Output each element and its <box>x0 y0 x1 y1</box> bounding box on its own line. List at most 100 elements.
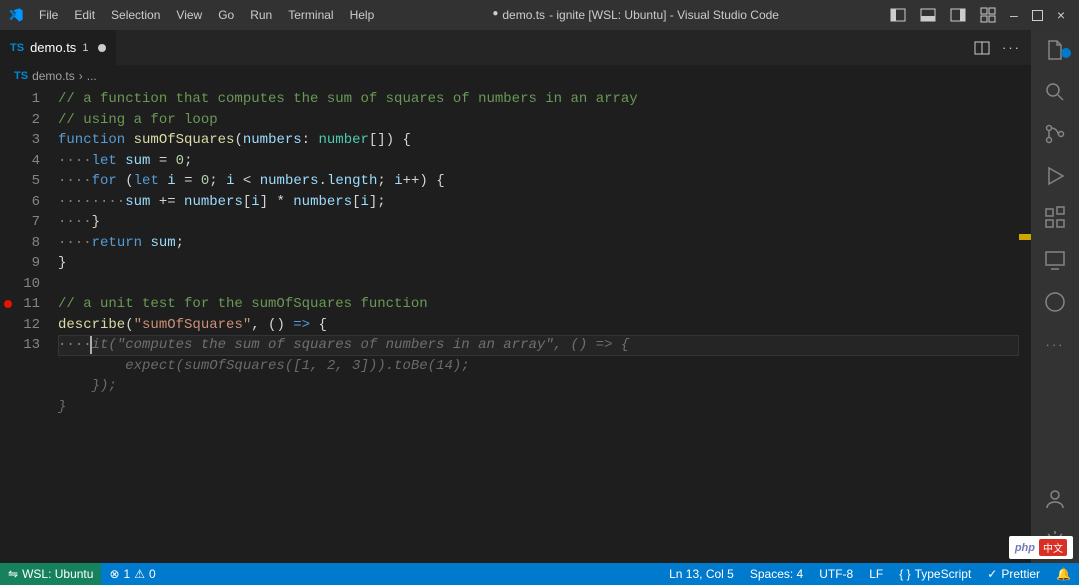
menu-view[interactable]: View <box>169 4 209 26</box>
more-actions-button[interactable]: ··· <box>1002 40 1021 55</box>
breadcrumb-more[interactable]: ... <box>87 69 97 83</box>
accounts-icon[interactable] <box>1043 487 1067 511</box>
code-text: // using a for loop <box>58 112 218 128</box>
minimap-warning-marker <box>1019 234 1031 240</box>
text-cursor <box>90 336 92 354</box>
warning-count: 0 <box>149 567 156 581</box>
php-logo: php <box>1015 542 1035 554</box>
code-text: ···· <box>58 173 92 189</box>
modified-dot-icon: ● <box>492 8 498 22</box>
check-icon: ✓ <box>987 567 997 581</box>
code-text: sum <box>125 194 150 210</box>
code-editor[interactable]: 1 2 3 4 5 6 7 8 9 10 11 12 13 // a funct… <box>0 87 1031 563</box>
line-number: 2 <box>0 110 40 131</box>
menu-edit[interactable]: Edit <box>67 4 102 26</box>
minimap[interactable] <box>1019 89 1031 563</box>
code-text: sum <box>125 153 150 169</box>
menu-terminal[interactable]: Terminal <box>281 4 340 26</box>
tab-mod-count: 1 <box>82 42 88 54</box>
cursor-position[interactable]: Ln 13, Col 5 <box>661 567 742 581</box>
more-icon[interactable]: ··· <box>1043 332 1067 356</box>
title-project: - ignite [WSL: Ubuntu] - Visual Studio C… <box>549 8 779 22</box>
breadcrumb-file[interactable]: demo.ts <box>32 69 75 83</box>
prettier-status[interactable]: ✓ Prettier <box>979 567 1048 581</box>
typescript-icon: TS <box>14 70 28 82</box>
code-text: describe <box>58 317 125 333</box>
error-icon: ⊗ <box>109 567 119 581</box>
eol[interactable]: LF <box>861 567 891 581</box>
code-text: ( <box>234 132 242 148</box>
line-number: 4 <box>0 151 40 172</box>
customize-layout-icon[interactable] <box>980 7 996 23</box>
language-mode[interactable]: { } TypeScript <box>891 567 979 581</box>
indentation[interactable]: Spaces: 4 <box>742 567 811 581</box>
code-text: ] * <box>260 194 294 210</box>
menu-file[interactable]: File <box>32 4 65 26</box>
menu-run[interactable]: Run <box>243 4 279 26</box>
code-content[interactable]: // a function that computes the sum of s… <box>58 89 1031 563</box>
titlebar: File Edit Selection View Go Run Terminal… <box>0 0 1079 30</box>
code-text: let <box>134 173 159 189</box>
code-text: return <box>92 235 142 251</box>
typescript-icon: TS <box>10 42 24 54</box>
toggle-panel-bottom-icon[interactable] <box>920 7 936 23</box>
toggle-panel-left-icon[interactable] <box>890 7 906 23</box>
line-number: 13 <box>0 335 40 356</box>
code-text: ···· <box>58 153 92 169</box>
remote-label: WSL: Ubuntu <box>22 567 93 581</box>
title-layout-controls: – × <box>890 7 1071 23</box>
code-text: = <box>150 153 175 169</box>
code-text: i <box>251 194 259 210</box>
code-text: { <box>310 317 327 333</box>
code-text: []) { <box>369 132 411 148</box>
code-text: ; <box>377 173 394 189</box>
split-editor-button[interactable] <box>974 40 990 56</box>
line-gutter: 1 2 3 4 5 6 7 8 9 10 11 12 13 <box>0 89 58 563</box>
tab-demo-ts[interactable]: TS demo.ts 1 <box>0 30 117 65</box>
code-text: sumOfSquares <box>134 132 235 148</box>
line-number: 7 <box>0 212 40 233</box>
remote-explorer-icon[interactable] <box>1043 248 1067 272</box>
code-text: let <box>92 153 117 169</box>
code-text: i <box>167 173 175 189</box>
code-text <box>117 153 125 169</box>
menu-selection[interactable]: Selection <box>104 4 167 26</box>
source-control-icon[interactable] <box>1043 122 1067 146</box>
cn-badge: 中文 <box>1039 539 1067 556</box>
breadcrumbs[interactable]: TS demo.ts › ... <box>0 65 1031 87</box>
problems-indicator[interactable]: ⊗ 1 ⚠ 0 <box>101 563 163 585</box>
extensions-icon[interactable] <box>1043 206 1067 230</box>
menu-go[interactable]: Go <box>211 4 241 26</box>
run-debug-icon[interactable] <box>1043 164 1067 188</box>
activity-bar: ··· <box>1031 30 1079 563</box>
editor-area: TS demo.ts 1 ··· TS demo.ts › ... 1 2 3 … <box>0 30 1031 563</box>
code-text: numbers <box>243 132 302 148</box>
toggle-panel-right-icon[interactable] <box>950 7 966 23</box>
code-text: i <box>226 173 234 189</box>
window-minimize-button[interactable]: – <box>1010 7 1018 23</box>
code-text: , () <box>251 317 293 333</box>
search-icon[interactable] <box>1043 80 1067 104</box>
tab-label: demo.ts <box>30 40 76 55</box>
code-text: ( <box>125 317 133 333</box>
menu-help[interactable]: Help <box>343 4 382 26</box>
window-maximize-button[interactable] <box>1032 10 1043 21</box>
code-text: sum <box>150 235 175 251</box>
code-text: // a function that computes the sum of s… <box>58 91 638 107</box>
code-text: = <box>176 173 201 189</box>
code-text: numbers <box>260 173 319 189</box>
inline-suggestion: expect(sumOfSquares([1, 2, 3])).toBe(14)… <box>58 358 470 374</box>
prettier-label: Prettier <box>1001 567 1040 581</box>
explorer-badge <box>1061 48 1071 58</box>
main-area: TS demo.ts 1 ··· TS demo.ts › ... 1 2 3 … <box>0 30 1079 563</box>
remote-indicator[interactable]: ⇋ WSL: Ubuntu <box>0 563 101 585</box>
notifications-button[interactable]: 🔔 <box>1048 567 1079 581</box>
window-close-button[interactable]: × <box>1057 7 1065 23</box>
line-number: 12 <box>0 315 40 336</box>
code-text: ; <box>176 235 184 251</box>
error-count: 1 <box>124 567 131 581</box>
github-icon[interactable] <box>1043 290 1067 314</box>
breakpoint-icon[interactable] <box>4 300 12 308</box>
code-text: ···· <box>58 235 92 251</box>
encoding[interactable]: UTF-8 <box>811 567 861 581</box>
